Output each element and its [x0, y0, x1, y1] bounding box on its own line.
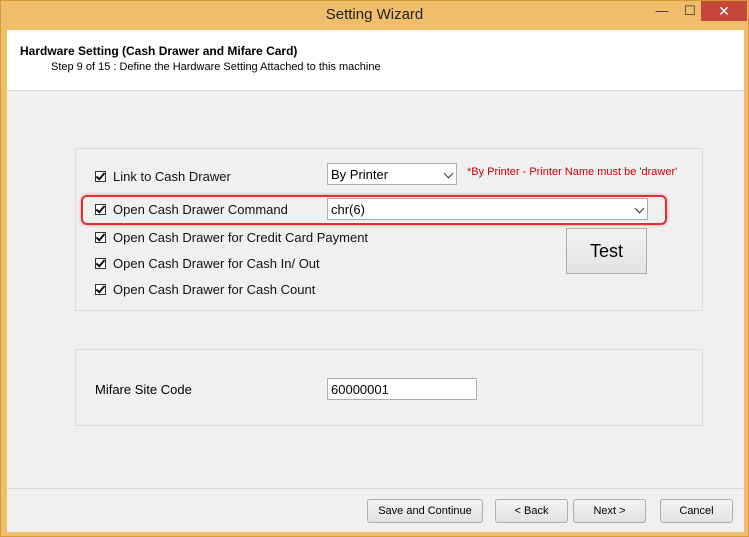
chevron-down-icon: [634, 203, 645, 214]
step-subtitle: Step 9 of 15 : Define the Hardware Setti…: [51, 61, 381, 73]
command-select[interactable]: chr(6): [327, 198, 648, 220]
close-icon[interactable]: ✕: [701, 1, 747, 21]
checkbox-checked-icon[interactable]: [95, 231, 106, 243]
title-bar: Setting Wizard — ☐ ✕: [1, 1, 748, 30]
checkbox-checked-icon[interactable]: [95, 283, 106, 295]
printer-name-note: *By Printer - Printer Name must be 'draw…: [467, 166, 678, 178]
next-button[interactable]: Next >: [573, 499, 646, 523]
cash-in-out-option[interactable]: Open Cash Drawer for Cash In/ Out: [95, 254, 320, 272]
mifare-site-code-input[interactable]: 60000001: [327, 378, 477, 400]
link-type-select[interactable]: By Printer: [327, 163, 457, 185]
command-value: chr(6): [331, 202, 365, 217]
wizard-window: Setting Wizard — ☐ ✕ Hardware Setting (C…: [0, 0, 749, 537]
mifare-site-code-value: 60000001: [331, 382, 389, 397]
footer-divider: [7, 488, 744, 489]
credit-card-label: Open Cash Drawer for Credit Card Payment: [113, 229, 369, 245]
save-continue-button[interactable]: Save and Continue: [367, 499, 483, 523]
back-button[interactable]: < Back: [495, 499, 568, 523]
cash-count-label: Open Cash Drawer for Cash Count: [113, 281, 316, 297]
cash-count-option[interactable]: Open Cash Drawer for Cash Count: [95, 280, 315, 298]
checkbox-checked-icon[interactable]: [95, 257, 106, 269]
link-cash-drawer-option[interactable]: Link to Cash Drawer: [95, 167, 231, 185]
mifare-site-code-label: Mifare Site Code: [95, 382, 192, 397]
credit-card-option[interactable]: Open Cash Drawer for Credit Card Payment: [95, 228, 368, 246]
link-type-value: By Printer: [331, 167, 389, 182]
open-command-label: Open Cash Drawer Command: [113, 201, 288, 217]
maximize-icon[interactable]: ☐: [677, 1, 703, 21]
page-title: Hardware Setting (Cash Drawer and Mifare…: [20, 44, 298, 58]
checkbox-checked-icon[interactable]: [95, 170, 106, 182]
link-cash-drawer-label: Link to Cash Drawer: [113, 168, 231, 184]
cash-in-out-label: Open Cash Drawer for Cash In/ Out: [113, 255, 320, 271]
wizard-content: Hardware Setting (Cash Drawer and Mifare…: [7, 30, 744, 532]
chevron-down-icon: [443, 168, 454, 179]
open-command-option[interactable]: Open Cash Drawer Command: [95, 200, 288, 218]
window-title: Setting Wizard: [325, 6, 424, 23]
cancel-button[interactable]: Cancel: [660, 499, 733, 523]
test-button[interactable]: Test: [566, 228, 647, 274]
checkbox-checked-icon[interactable]: [95, 203, 106, 215]
minimize-icon[interactable]: —: [649, 1, 675, 21]
wizard-header: Hardware Setting (Cash Drawer and Mifare…: [7, 30, 744, 91]
